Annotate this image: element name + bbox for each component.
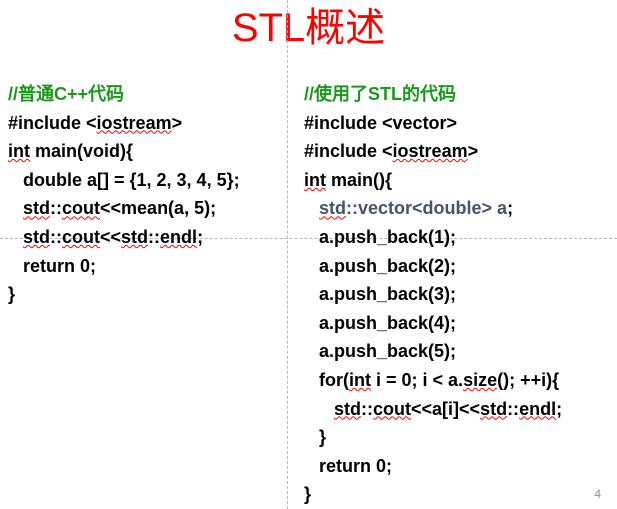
code-line: return 0; [304,455,393,476]
code-line: #include <iostream> [304,141,479,162]
code-line: } [8,284,16,305]
vertical-guide-line [287,0,288,509]
code-line: a.push_back(3); [304,284,457,305]
code-line: a.push_back(4); [304,312,457,333]
code-line: } [304,484,312,505]
code-line: //使用了STL的代码 [304,84,456,104]
code-line: for(int i = 0; i < a.size(); ++i){ [304,369,560,390]
code-line: int main(){ [304,169,393,190]
code-line: int main(void){ [8,141,134,162]
code-line: a.push_back(2); [304,255,457,276]
code-line: std::vector<double> a; [319,198,514,219]
code-line: std::cout<<mean(a, 5); [23,198,217,219]
code-line: double a[] = {1, 2, 3, 4, 5}; [8,169,240,190]
code-line: #include <vector> [304,112,458,133]
plain-cpp-code-block: //普通C++代码 #include <iostream> int main(voi… [8,80,286,309]
code-line: std::cout<<std::endl; [23,226,204,247]
code-line: } [304,427,327,448]
slide-title: STL概述 [231,6,386,50]
stl-cpp-code-block: //使用了STL的代码 #include <vector> #include <io… [304,80,616,509]
code-line: a.push_back(1); [304,226,457,247]
code-line: return 0; [8,255,97,276]
code-line: a.push_back(5); [304,341,457,362]
code-line: //普通C++代码 [8,84,125,104]
code-line: #include <iostream> [8,112,183,133]
page-number: 4 [594,487,601,501]
code-line: std::cout<<a[i]<<std::endl; [334,398,563,419]
